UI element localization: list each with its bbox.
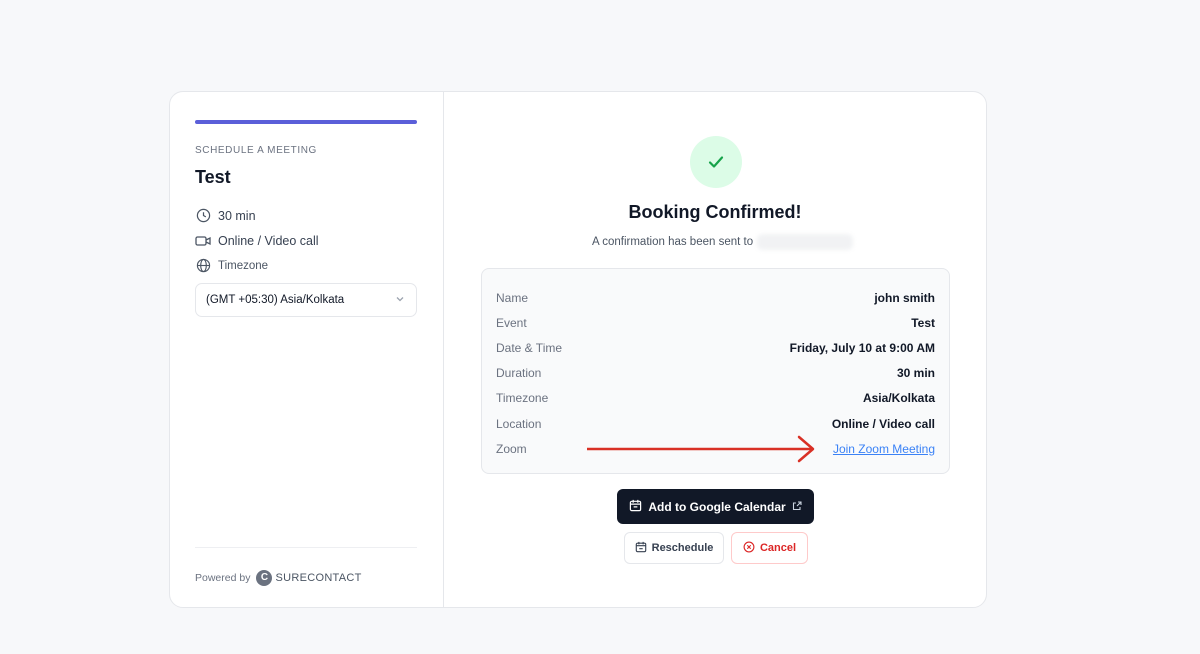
- booking-card: SCHEDULE A MEETING Test 30 min Online / …: [169, 91, 987, 608]
- confirmation-subtitle: A confirmation has been sent to: [592, 234, 854, 250]
- powered-by-footer: Powered by C SURECONTACT: [195, 547, 417, 607]
- detail-label: Zoom: [496, 441, 527, 456]
- detail-row-timezone: Timezone Asia/Kolkata: [496, 386, 935, 411]
- calendar-edit-icon: [635, 541, 647, 556]
- clock-icon: [195, 208, 211, 224]
- confirmation-subtitle-text: A confirmation has been sent to: [592, 236, 754, 248]
- powered-by-text: Powered by: [195, 571, 251, 584]
- progress-bar: [195, 120, 417, 124]
- detail-label: Name: [496, 290, 529, 305]
- annotation-arrow-icon: [587, 435, 815, 463]
- confirmation-panel: Booking Confirmed! A confirmation has be…: [444, 92, 986, 607]
- detail-label: Duration: [496, 366, 542, 381]
- detail-label: Timezone: [496, 391, 549, 406]
- timezone-select[interactable]: (GMT +05:30) Asia/Kolkata: [195, 283, 417, 317]
- event-title: Test: [195, 167, 231, 187]
- detail-value: Friday, July 10 at 9:00 AM: [789, 340, 935, 355]
- event-duration-text: 30 min: [218, 208, 256, 223]
- cancel-circle-icon: [743, 541, 755, 556]
- redacted-email: [757, 234, 854, 250]
- event-location: Online / Video call: [195, 228, 417, 253]
- booking-sidebar: SCHEDULE A MEETING Test 30 min Online / …: [170, 92, 444, 607]
- detail-value: Test: [911, 315, 935, 330]
- detail-value: 30 min: [896, 366, 935, 381]
- cancel-button[interactable]: Cancel: [731, 532, 808, 564]
- detail-row-event: Event Test: [496, 310, 935, 335]
- detail-label: Date & Time: [496, 340, 563, 355]
- chevron-down-icon: [395, 294, 405, 307]
- external-link-icon: [792, 500, 802, 514]
- event-meta-list: 30 min Online / Video call Timezone: [195, 203, 417, 278]
- detail-label: Location: [496, 416, 542, 431]
- detail-value: john smith: [874, 290, 935, 305]
- timezone-label: Timezone: [218, 259, 269, 272]
- detail-row-datetime: Date & Time Friday, July 10 at 9:00 AM: [496, 335, 935, 360]
- detail-row-name: Name john smith: [496, 285, 935, 310]
- reschedule-label: Reschedule: [651, 542, 714, 554]
- reschedule-button[interactable]: Reschedule: [624, 532, 724, 564]
- video-camera-icon: [195, 233, 211, 249]
- surecontact-brand-name: SURECONTACT: [275, 571, 362, 584]
- sidebar-eyebrow: SCHEDULE A MEETING: [195, 145, 317, 156]
- timezone-select-value: (GMT +05:30) Asia/Kolkata: [206, 294, 345, 306]
- surecontact-brand[interactable]: C SURECONTACT: [256, 569, 362, 586]
- detail-value: Online / Video call: [831, 416, 935, 431]
- surecontact-logo-icon: C: [256, 569, 273, 586]
- cancel-label: Cancel: [759, 542, 797, 554]
- detail-label: Event: [496, 315, 527, 330]
- add-to-google-calendar-label: Add to Google Calendar: [648, 499, 786, 514]
- detail-value: Asia/Kolkata: [862, 391, 935, 406]
- timezone-label-row: Timezone: [195, 253, 417, 278]
- join-zoom-link[interactable]: Join Zoom Meeting: [833, 442, 935, 456]
- detail-row-duration: Duration 30 min: [496, 361, 935, 386]
- event-location-text: Online / Video call: [218, 233, 319, 248]
- globe-icon: [195, 258, 211, 274]
- add-to-google-calendar-button[interactable]: Add to Google Calendar: [617, 489, 814, 524]
- confirmation-title: Booking Confirmed!: [628, 202, 802, 222]
- event-duration: 30 min: [195, 203, 417, 228]
- calendar-icon: [629, 499, 642, 515]
- success-check-icon: [690, 136, 742, 188]
- detail-row-location: Location Online / Video call: [496, 411, 935, 436]
